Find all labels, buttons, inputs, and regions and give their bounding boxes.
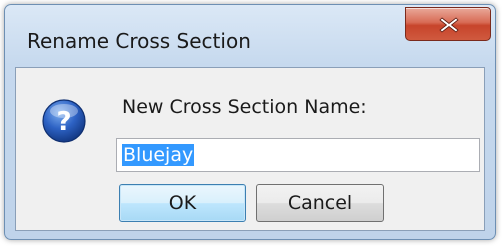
title-bar[interactable]: Rename Cross Section (5, 5, 495, 67)
selected-name-text: Bluejay (122, 144, 195, 166)
ok-button[interactable]: OK (119, 184, 246, 222)
close-icon (439, 17, 459, 33)
close-button[interactable] (405, 7, 491, 41)
cancel-button[interactable]: Cancel (256, 184, 384, 222)
rename-dialog: Rename Cross Section ? New Cross Section… (4, 4, 496, 240)
dialog-title: Rename Cross Section (27, 29, 251, 53)
cross-section-name-input[interactable]: Bluejay (116, 138, 480, 172)
svg-text:?: ? (56, 107, 71, 137)
name-prompt-label: New Cross Section Name: (122, 96, 367, 118)
question-icon: ? (42, 99, 86, 143)
dialog-body: ? New Cross Section Name: Bluejay OK Can… (15, 67, 485, 231)
